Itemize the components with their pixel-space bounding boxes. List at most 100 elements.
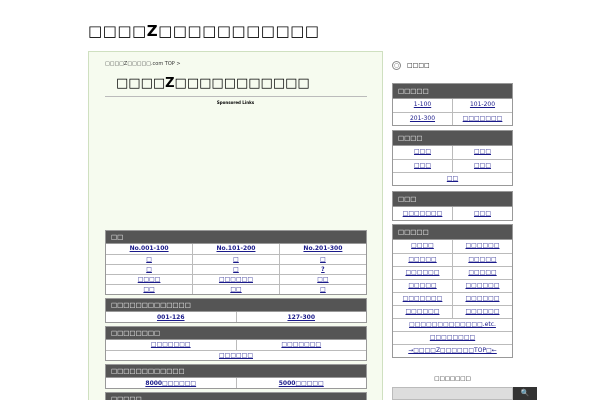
nav-link[interactable]: 101-200 bbox=[470, 101, 495, 108]
nav-link[interactable]: □□ bbox=[230, 286, 241, 293]
table-cell: 8000□□□□□□ bbox=[106, 378, 237, 388]
table-cell: □□□□□□ bbox=[452, 240, 512, 254]
table-row: □□□□□□□□□□□ bbox=[393, 265, 512, 280]
main-panel-2: □□□□□□□□ □□□□□□□ □□□□□□□ □□□□□□ bbox=[105, 326, 367, 361]
table-row: □□ bbox=[393, 171, 512, 185]
sidebar-box-1: □□□□ □□□ □□□ □□□ □□□ □□ bbox=[392, 130, 513, 186]
nav-link[interactable]: □□□□□□ bbox=[465, 295, 499, 302]
nav-link[interactable]: □□□□□ bbox=[408, 282, 436, 289]
sidebar-box-2: □□□ □□□□□□□ □□□ bbox=[392, 191, 513, 221]
nav-link[interactable]: □□□□□□ bbox=[465, 282, 499, 289]
nav-link[interactable]: 1-100 bbox=[414, 101, 431, 108]
nav-link[interactable]: No.201-300 bbox=[303, 245, 342, 252]
table-row: □□□□□ □□□□□ bbox=[393, 252, 512, 267]
nav-link[interactable]: □ bbox=[233, 266, 239, 273]
nav-link[interactable]: □□ bbox=[317, 276, 328, 283]
nav-link[interactable]: 8000□□□□□□ bbox=[145, 380, 196, 387]
nav-link[interactable]: □ bbox=[320, 286, 326, 293]
nav-link[interactable]: □□□□□□ bbox=[405, 308, 439, 315]
nav-link[interactable]: □□□□ bbox=[138, 276, 161, 283]
table-cell: □□□□□□ bbox=[393, 265, 453, 280]
table-row: □□□□□□□□□□ bbox=[393, 207, 512, 220]
main-panel-1: □□□□□□□□□□□□□ 001-126 127-300 bbox=[105, 298, 367, 323]
nav-link[interactable]: □□□ bbox=[474, 210, 491, 217]
nav-link[interactable]: 5000□□□□□ bbox=[279, 380, 324, 387]
nav-link[interactable]: □ bbox=[146, 266, 152, 273]
nav-link[interactable]: □□□□□□ bbox=[405, 269, 439, 276]
search-label[interactable]: □□□□ bbox=[407, 62, 430, 69]
nav-link[interactable]: □□□□□□□ bbox=[151, 341, 191, 348]
nav-link[interactable]: No.101-200 bbox=[217, 245, 256, 252]
nav-link[interactable]: □□□□□□□ bbox=[403, 295, 443, 302]
nav-link[interactable]: No.001-100 bbox=[130, 245, 169, 252]
nav-link[interactable]: □□ bbox=[143, 286, 154, 293]
nav-link[interactable]: □ bbox=[320, 256, 326, 263]
table-cell: □□□□□ bbox=[452, 252, 512, 267]
nav-link[interactable]: □□□ bbox=[414, 148, 431, 155]
nav-link[interactable]: □ bbox=[233, 256, 239, 263]
sidebar-search-button[interactable]: 🔍 bbox=[513, 387, 537, 400]
nav-link[interactable]: □ bbox=[146, 256, 152, 263]
table-cell: 5000□□□□□ bbox=[235, 378, 366, 388]
nav-link[interactable]: 127-300 bbox=[287, 314, 315, 321]
nav-link[interactable]: □□ bbox=[447, 175, 458, 182]
table-row: 1-100 101-200 bbox=[393, 99, 512, 113]
nav-link[interactable]: □□□□□ bbox=[468, 269, 496, 276]
nav-link[interactable]: □□□ bbox=[474, 162, 491, 169]
nav-link[interactable]: 201-300 bbox=[410, 115, 435, 122]
nav-link[interactable]: □□□ bbox=[414, 162, 431, 169]
table-cell: No.001-100 bbox=[106, 244, 194, 255]
table-row: □ □ □ bbox=[106, 253, 366, 265]
table-cell: □□□□□□□ bbox=[235, 340, 366, 351]
table-row: □□□□□□ □□□□□□ bbox=[393, 304, 512, 319]
breadcrumb[interactable]: □□□□Z□□□□□.com TOP > bbox=[105, 61, 181, 67]
table-row: □□□□□□□ □□□□□□ bbox=[393, 291, 512, 306]
nav-link[interactable]: □□□ bbox=[474, 148, 491, 155]
nav-link[interactable]: □□□□□ bbox=[468, 256, 496, 263]
table-row: →□□□□Z□□□□□□TOP□← bbox=[393, 343, 512, 357]
sidebar-box-header: □□□□□ bbox=[393, 225, 512, 240]
table-cell: □□□□□□ bbox=[393, 304, 453, 319]
nav-link[interactable]: □□□□□□□□ bbox=[430, 334, 475, 341]
nav-link[interactable]: →□□□□Z□□□□□□TOP□← bbox=[408, 347, 497, 354]
table-cell: □□ bbox=[192, 283, 280, 294]
sidebar-box-header: □□□ bbox=[393, 192, 512, 207]
table-cell: No.201-300 bbox=[278, 244, 366, 255]
table-cell: 127-300 bbox=[235, 312, 366, 322]
nav-link[interactable]: □□□□ bbox=[411, 242, 434, 249]
nav-link[interactable]: □□□□□□ bbox=[465, 242, 499, 249]
sidebar-search-input[interactable] bbox=[392, 387, 513, 400]
main-panel-3: □□□□□□□□□□□□ 8000□□□□□□ 5000□□□□□ bbox=[105, 364, 367, 389]
main-panel-header: □□□□□□□□□□□□ bbox=[106, 365, 366, 378]
main-panel-table: 001-126 127-300 bbox=[106, 312, 366, 322]
table-row: □□□□□□□□□□□□ bbox=[106, 273, 366, 285]
nav-link[interactable]: ? bbox=[321, 266, 324, 273]
sidebar-box-table: 1-100 101-200 201-300 □□□□□□□ bbox=[393, 99, 512, 125]
sidebar-box-table: □□□ □□□ □□□ □□□ □□ bbox=[393, 146, 512, 185]
main-panel-header: □□□□□□□□ bbox=[106, 327, 366, 340]
nav-link[interactable]: □□□□□□ bbox=[465, 308, 499, 315]
nav-link[interactable]: □□□□□□□ bbox=[463, 115, 503, 122]
table-cell: □□□□□□ bbox=[452, 278, 512, 293]
main-panel-table: 8000□□□□□□ 5000□□□□□ bbox=[106, 378, 366, 388]
nav-link[interactable]: □□□□□□□ bbox=[403, 210, 443, 217]
table-cell: □□□□□□ bbox=[452, 304, 512, 319]
nav-link[interactable]: □□□□□□ bbox=[219, 352, 253, 359]
table-cell: □□□ bbox=[393, 158, 453, 173]
table-cell: □ bbox=[106, 263, 194, 275]
table-row: 8000□□□□□□ 5000□□□□□ bbox=[106, 378, 366, 388]
sidebar-bottom-label: □□□□□□□ bbox=[434, 376, 471, 382]
nav-link[interactable]: 001-126 bbox=[157, 314, 185, 321]
table-cell: □□ bbox=[278, 273, 366, 285]
table-cell: 001-126 bbox=[106, 312, 237, 322]
table-cell: 101-200 bbox=[452, 99, 512, 113]
nav-link[interactable]: □□□□□□□ bbox=[281, 341, 321, 348]
nav-link[interactable]: □□□□□□ bbox=[219, 276, 253, 283]
magnifier-icon[interactable]: ○ bbox=[392, 61, 401, 70]
sidebar-box-header: □□□□ bbox=[393, 131, 512, 146]
nav-link[interactable]: □□□□□□□□□□□□□.etc. bbox=[409, 321, 496, 328]
nav-link[interactable]: □□□□□ bbox=[408, 256, 436, 263]
site-title[interactable]: □□□□Z□□□□□□□□□□□ bbox=[88, 22, 319, 40]
sidebar-box-table: □□□□ □□□□□□ □□□□□ □□□□□ □□□□□□ □□□□□ □□□□□ □□□□… bbox=[393, 240, 512, 357]
sponsored-links-label: Sponsored Links bbox=[216, 100, 255, 105]
